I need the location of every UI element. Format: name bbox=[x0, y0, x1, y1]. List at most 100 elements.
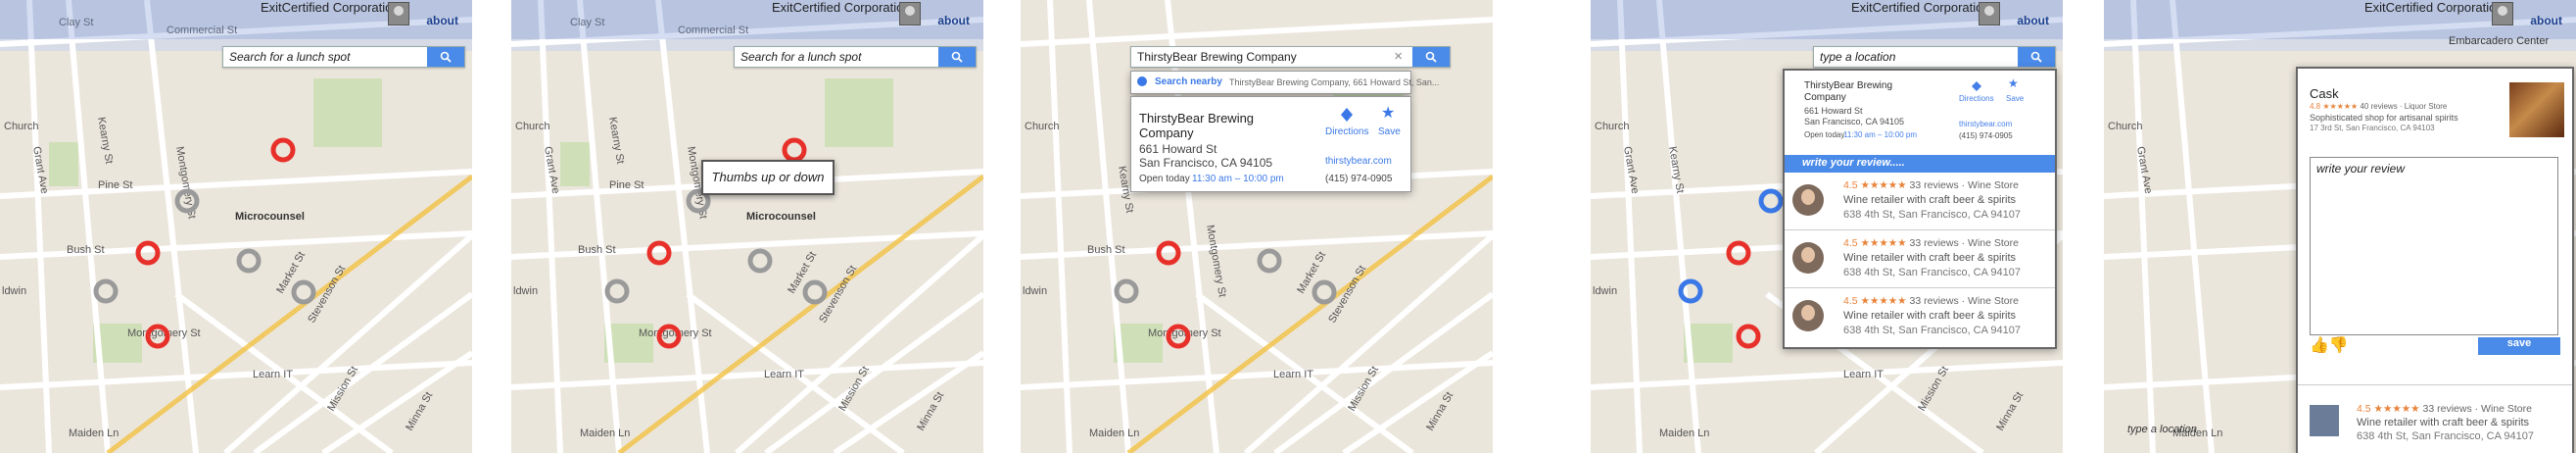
search-icon bbox=[1425, 51, 1437, 63]
about-link[interactable]: about bbox=[426, 14, 458, 27]
company-name: ExitCertified Corporation bbox=[772, 0, 911, 15]
map[interactable]: Clay St Commercial St Church Pine St Bus… bbox=[511, 0, 983, 453]
map-label-bush: Bush St bbox=[67, 244, 105, 256]
map-label-microcounsel: Microcounsel bbox=[235, 211, 305, 223]
search-box[interactable]: ThirstyBear Brewing Company × bbox=[1130, 46, 1451, 68]
map-label-learn: Learn IT bbox=[253, 369, 293, 380]
thumbs-up-icon[interactable]: 👍 bbox=[2310, 335, 2329, 354]
store-description: Wine retailer with craft beer & spirits bbox=[1843, 194, 2017, 206]
clear-icon[interactable]: × bbox=[1394, 48, 1403, 65]
place-photo[interactable] bbox=[2509, 82, 2564, 137]
map[interactable]: Clay St Commercial St Church Pine St Bus… bbox=[0, 0, 472, 453]
review-row[interactable]: 4.5 ★★★★★ 33 reviews · Wine Store Wine r… bbox=[1785, 173, 2055, 230]
company-name: ExitCertified Corporation bbox=[2364, 0, 2504, 15]
save-button[interactable]: save bbox=[2478, 337, 2560, 355]
place-name: ThirstyBear Brewing Company bbox=[1139, 111, 1255, 140]
store-description: Wine retailer with craft beer & spirits bbox=[1843, 252, 2017, 264]
directions-icon[interactable] bbox=[1971, 80, 1982, 92]
directions-button[interactable]: Directions bbox=[1325, 126, 1368, 137]
search-nearby-detail: ThirstyBear Brewing Company, 661 Howard … bbox=[1229, 77, 1440, 87]
panel-4: Church ldwin Maiden Ln Learn IT Grant Av… bbox=[1591, 0, 2063, 453]
review-row[interactable]: 4.5 ★★★★★ 33 reviews · Wine Store Wine r… bbox=[1785, 230, 2055, 288]
map[interactable]: Church Bush St ldwin Montgomery St Maide… bbox=[1021, 0, 1493, 453]
avatar-icon[interactable] bbox=[388, 2, 409, 25]
hours: 11:30 am – 10:00 pm bbox=[1843, 130, 1918, 139]
map-label-church: Church bbox=[4, 121, 38, 132]
store-description: Sophisticated shop for artisanal spirits bbox=[2310, 113, 2458, 123]
search-button[interactable] bbox=[938, 47, 976, 67]
about-link[interactable]: about bbox=[2530, 14, 2562, 27]
search-input[interactable]: ThirstyBear Brewing Company bbox=[1137, 50, 1297, 64]
rating-value: 4.5 bbox=[1843, 295, 1858, 307]
rating-value: 4.5 bbox=[2357, 403, 2371, 415]
map-label-maiden: Maiden Ln bbox=[69, 428, 119, 439]
directions-button[interactable]: Directions bbox=[1959, 94, 1994, 103]
avatar-icon[interactable] bbox=[899, 2, 921, 25]
avatar-icon[interactable] bbox=[1979, 2, 2000, 25]
thumbs-down-icon[interactable]: 👎 bbox=[2329, 335, 2349, 354]
place-name: Cask bbox=[2310, 86, 2339, 101]
rating-value: 4.8 bbox=[2310, 102, 2321, 111]
map-label-learn: Learn IT bbox=[764, 369, 804, 380]
store-description: Wine retailer with craft beer & spirits bbox=[1843, 310, 2017, 322]
type-location-label[interactable]: type a location bbox=[2127, 424, 2197, 435]
company-name: ExitCertified Corporation bbox=[1851, 0, 1990, 15]
about-link[interactable]: about bbox=[937, 14, 970, 27]
panel-3: Church Bush St ldwin Montgomery St Maide… bbox=[1021, 0, 1493, 453]
save-button[interactable]: Save bbox=[1378, 126, 1401, 137]
star-icon[interactable]: ★ bbox=[1381, 103, 1395, 122]
rating-count: 33 reviews · Wine Store bbox=[1909, 179, 2019, 191]
rating-value: 4.5 bbox=[1843, 179, 1858, 191]
store-address: 638 4th St, San Francisco, CA 94107 bbox=[1843, 267, 2022, 278]
search-nearby-label[interactable]: Search nearby bbox=[1155, 76, 1222, 87]
rating-stars: ★★★★★ bbox=[1860, 295, 1907, 307]
map-label-church: Church bbox=[1025, 121, 1059, 132]
avatar-icon[interactable] bbox=[2492, 2, 2513, 25]
about-link[interactable]: about bbox=[2017, 14, 2049, 27]
review-row[interactable]: 4.5 ★★★★★ 33 reviews · Wine Store Wine r… bbox=[2298, 384, 2572, 453]
store-address: 17 3rd St, San Francisco, CA 94103 bbox=[2310, 124, 2435, 132]
write-review-bar[interactable]: write your review..... bbox=[1785, 155, 2055, 173]
directions-icon[interactable] bbox=[1339, 107, 1355, 123]
map-label-church: Church bbox=[515, 121, 549, 132]
search-button[interactable] bbox=[427, 47, 464, 67]
review-row[interactable]: 4.5 ★★★★★ 33 reviews · Wine Store Wine r… bbox=[1785, 288, 2055, 345]
map-label-church: Church bbox=[1595, 121, 1629, 132]
map-label-pine: Pine St bbox=[98, 179, 132, 191]
place-address1: 661 Howard St bbox=[1804, 106, 1863, 116]
website-link[interactable]: thirstybear.com bbox=[1325, 156, 1392, 167]
save-button[interactable]: Save bbox=[2006, 94, 2024, 103]
review-textarea-placeholder: write your review bbox=[2316, 162, 2406, 176]
search-input[interactable]: Search for a lunch spot bbox=[740, 50, 861, 64]
star-icon[interactable]: ★ bbox=[2008, 76, 2019, 90]
search-box[interactable]: Search for a lunch spot bbox=[222, 46, 465, 68]
rating-value: 4.5 bbox=[1843, 237, 1858, 249]
search-input[interactable]: type a location bbox=[1820, 50, 1895, 64]
map-label-baldwin: ldwin bbox=[513, 285, 538, 297]
review-textarea[interactable]: write your review bbox=[2310, 157, 2558, 335]
search-box[interactable]: type a location bbox=[1813, 46, 2056, 68]
search-nearby-row[interactable]: Search nearby ThirstyBear Brewing Compan… bbox=[1130, 71, 1439, 94]
rating-stars: ★★★★★ bbox=[1860, 179, 1907, 191]
rating-count: 33 reviews · Wine Store bbox=[1909, 237, 2019, 249]
rating-count: 40 reviews · Liquor Store bbox=[2360, 102, 2448, 111]
place-review-panel: Cask 4.8 ★★★★★ 40 reviews · Liquor Store… bbox=[2296, 67, 2574, 453]
map-label-maiden: Maiden Ln bbox=[1089, 428, 1139, 439]
search-button[interactable] bbox=[2018, 47, 2055, 67]
place-address1: 661 Howard St bbox=[1139, 142, 1217, 156]
search-input[interactable]: Search for a lunch spot bbox=[229, 50, 350, 64]
map-label-baldwin: ldwin bbox=[1023, 285, 1047, 297]
map-label-maiden: Maiden Ln bbox=[1659, 428, 1709, 439]
map-label-baldwin: ldwin bbox=[1593, 285, 1617, 297]
search-button[interactable] bbox=[1412, 47, 1450, 67]
write-review-label[interactable]: write your review..... bbox=[1802, 157, 1905, 169]
place-address2: San Francisco, CA 94105 bbox=[1139, 156, 1273, 170]
reviewer-avatar bbox=[1792, 184, 1824, 216]
search-box[interactable]: Search for a lunch spot bbox=[734, 46, 977, 68]
rating-stars: ★★★★★ bbox=[2373, 403, 2420, 415]
company-name: ExitCertified Corporation bbox=[261, 0, 400, 15]
place-name: ThirstyBear Brewing Company bbox=[1804, 80, 1893, 103]
open-label: Open today bbox=[1139, 174, 1190, 184]
search-icon bbox=[951, 51, 963, 63]
website-link[interactable]: thirstybear.com bbox=[1959, 120, 2012, 128]
